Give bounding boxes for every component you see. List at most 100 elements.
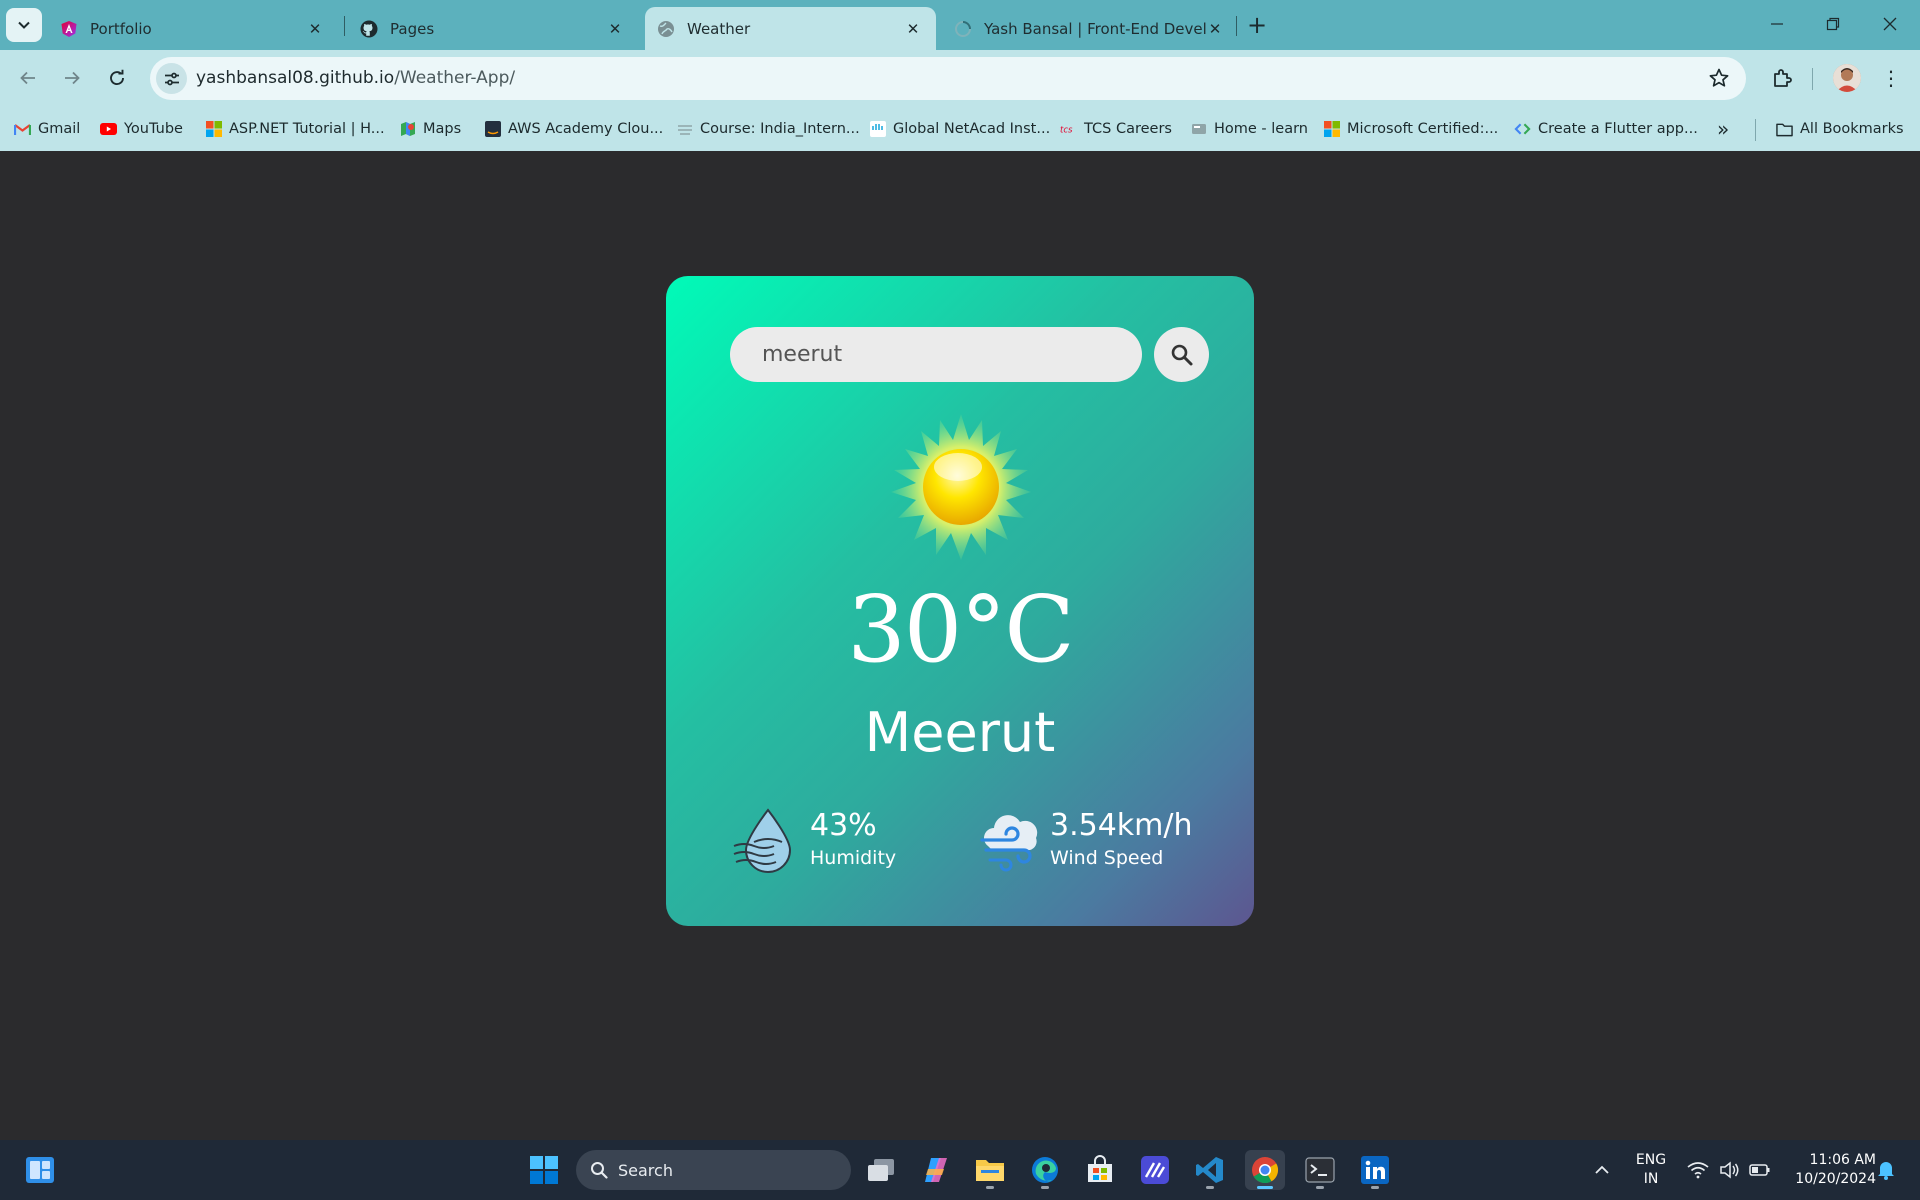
bookmark-label: YouTube (124, 121, 183, 137)
app-button[interactable] (1135, 1150, 1175, 1190)
chrome-button[interactable] (1245, 1150, 1285, 1190)
tab-search-button[interactable] (6, 8, 42, 42)
url-path: /Weather-App/ (394, 68, 516, 88)
wifi-icon (1687, 1162, 1709, 1179)
humidity-icon (733, 808, 792, 873)
angular-icon (60, 20, 78, 38)
bookmark-youtube[interactable]: YouTube (100, 116, 183, 142)
folder-icon (1776, 121, 1793, 138)
forward-button[interactable] (54, 60, 90, 96)
tab-yash-bansal[interactable]: Yash Bansal | Front-End Develop ✕ (942, 7, 1238, 50)
avatar[interactable] (1833, 64, 1861, 92)
bookmark-star-icon[interactable] (1708, 67, 1730, 89)
globe-icon (657, 20, 675, 38)
url-host: yashbansal08.github.io (196, 68, 395, 88)
bookmark-label: Gmail (38, 121, 81, 137)
vscode-button[interactable] (1190, 1150, 1230, 1190)
minimize-button[interactable] (1749, 0, 1805, 48)
bookmark-learn[interactable]: Home - learn (1190, 116, 1308, 142)
bookmark-gmail[interactable]: Gmail (14, 116, 80, 142)
more-bookmarks-button[interactable]: » (1717, 116, 1729, 142)
tab-title: Portfolio (90, 19, 152, 38)
course-icon (676, 121, 693, 138)
extensions-button[interactable] (1765, 60, 1801, 96)
maps-icon (399, 121, 416, 138)
search-button[interactable] (1154, 327, 1209, 382)
quick-settings-button[interactable] (1676, 1150, 1782, 1190)
close-icon[interactable]: ✕ (306, 20, 324, 38)
double-chevron-right-icon: » (1717, 117, 1730, 141)
site-info-button[interactable] (156, 63, 187, 94)
copilot-button[interactable] (916, 1150, 956, 1190)
edge-button[interactable] (1025, 1150, 1065, 1190)
task-view-button[interactable] (861, 1150, 901, 1190)
tab-title: Pages (390, 19, 435, 38)
reload-button[interactable] (99, 60, 135, 96)
volume-icon (1720, 1161, 1739, 1179)
weather-card: 30°C Meerut 43% Humidity 3.54km/h Wind S… (666, 276, 1254, 926)
humidity-value: 43% (810, 808, 877, 843)
browser-toolbar: yashbansal08.github.io/Weather-App/ ⋮ (0, 50, 1920, 107)
tab-weather[interactable]: Weather ✕ (645, 7, 936, 50)
restore-button[interactable] (1805, 0, 1861, 48)
running-indicator (986, 1186, 994, 1189)
bookmark-aspnet[interactable]: ASP.NET Tutorial | H... (205, 116, 385, 142)
windows-icon (530, 1156, 558, 1184)
wind-block: 3.54km/h Wind Speed (978, 806, 1193, 874)
tune-icon (164, 72, 179, 85)
back-button[interactable] (10, 60, 46, 96)
taskbar-search[interactable]: Search (576, 1150, 851, 1190)
show-hidden-icons-button[interactable] (1582, 1150, 1622, 1190)
linkedin-icon (1361, 1156, 1389, 1184)
folder-icon (976, 1160, 1004, 1181)
close-window-button[interactable] (1862, 0, 1918, 48)
file-explorer-button[interactable] (970, 1150, 1010, 1190)
bookmark-tcs[interactable]: tcs TCS Careers (1060, 116, 1172, 142)
clock[interactable]: 11:06 AM 10/20/2024 (1782, 1151, 1876, 1189)
bookmark-course[interactable]: Course: India_Intern... (676, 116, 860, 142)
close-icon[interactable]: ✕ (904, 20, 922, 38)
start-button[interactable] (524, 1150, 564, 1190)
learn-icon (1190, 121, 1207, 138)
all-bookmarks-button[interactable]: All Bookmarks (1776, 116, 1904, 142)
store-button[interactable] (1080, 1150, 1120, 1190)
terminal-button[interactable] (1300, 1150, 1340, 1190)
language-code: ENG (1635, 1152, 1667, 1168)
linkedin-button[interactable] (1355, 1150, 1395, 1190)
youtube-icon (100, 121, 117, 138)
humidity-block: 43% Humidity (732, 806, 896, 874)
widgets-icon (26, 1157, 54, 1183)
running-indicator (1041, 1186, 1049, 1189)
tab-pages[interactable]: Pages ✕ (348, 7, 638, 50)
tab-title: Weather (687, 19, 751, 38)
tab-portfolio[interactable]: Portfolio ✕ (48, 7, 338, 50)
aws-icon (484, 121, 501, 138)
store-icon (1088, 1155, 1112, 1182)
app-icon (1141, 1156, 1169, 1184)
bookmark-label: TCS Careers (1084, 121, 1172, 137)
close-icon[interactable]: ✕ (1206, 20, 1224, 38)
new-tab-button[interactable]: + (1243, 11, 1271, 39)
bookmark-aws[interactable]: AWS Academy Clou... (484, 116, 663, 142)
chevron-down-icon (18, 21, 30, 29)
close-icon[interactable]: ✕ (606, 20, 624, 38)
input-language[interactable]: ENG IN (1628, 1151, 1674, 1189)
bookmark-label: AWS Academy Clou... (508, 121, 664, 137)
bookmark-flutter[interactable]: Create a Flutter app... (1514, 116, 1698, 142)
minimize-icon (1771, 23, 1783, 25)
more-menu-button[interactable]: ⋮ (1876, 62, 1906, 94)
wind-label: Wind Speed (1050, 847, 1164, 869)
address-bar[interactable]: yashbansal08.github.io/Weather-App/ (150, 57, 1746, 100)
city-search-input[interactable] (730, 327, 1142, 382)
bookmark-maps[interactable]: Maps (399, 116, 461, 142)
copilot-icon (925, 1158, 947, 1182)
loading-icon (954, 20, 972, 38)
region-code: IN (1643, 1171, 1659, 1187)
clock-date: 10/20/2024 (1795, 1171, 1876, 1187)
bookmark-netacad[interactable]: Global NetAcad Inst... (869, 116, 1050, 142)
widgets-button[interactable] (20, 1150, 60, 1190)
terminal-icon (1305, 1157, 1335, 1183)
notifications-button[interactable] (1866, 1150, 1906, 1190)
kebab-icon: ⋮ (1881, 66, 1901, 90)
bookmark-ms-certified[interactable]: Microsoft Certified:... (1323, 116, 1498, 142)
